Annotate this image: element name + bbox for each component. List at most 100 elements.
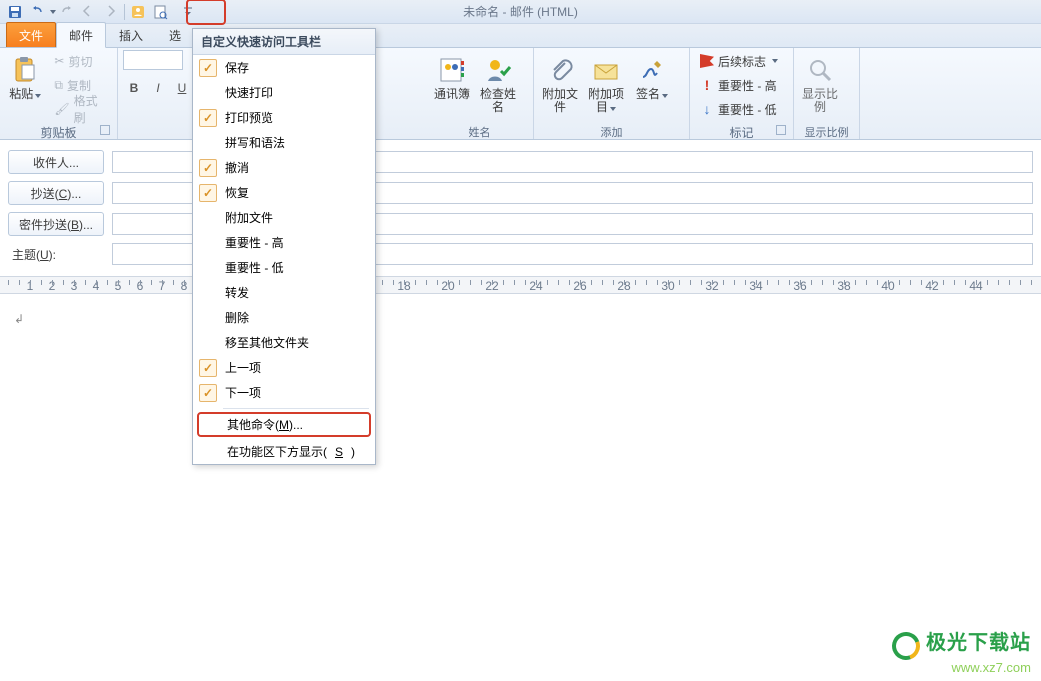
format-painter-button[interactable]: 🖌格式刷: [49, 98, 112, 120]
menu-item-label: 撤消: [225, 159, 249, 176]
ribbon-tabs: 文件 邮件 插入 选: [0, 24, 1041, 48]
menu-item[interactable]: ✓打印预览: [193, 105, 375, 130]
check-icon: [199, 209, 217, 227]
flag-icon: [700, 54, 714, 68]
group-basictext: B I U: [118, 48, 194, 139]
exclamation-icon: !: [700, 77, 714, 93]
tab-insert[interactable]: 插入: [106, 22, 156, 47]
group-clipboard: 粘贴 ✂剪切 ⧉复制 🖌格式刷 剪贴板: [0, 48, 118, 139]
group-label-names: 姓名: [431, 123, 528, 139]
watermark-logo-icon: [887, 627, 924, 664]
menu-item[interactable]: 快速打印: [193, 80, 375, 105]
menu-item-label: 下一项: [225, 384, 261, 401]
tab-options-partial: 选: [156, 22, 194, 47]
to-button[interactable]: 收件人...: [8, 150, 104, 174]
dialog-launcher-icon[interactable]: [776, 125, 786, 135]
group-label-font: [123, 123, 188, 139]
menu-item[interactable]: 重要性 - 高: [193, 230, 375, 255]
signature-icon: [636, 54, 668, 86]
attach-item-label: 附加项目: [586, 88, 626, 114]
save-icon[interactable]: [4, 2, 26, 22]
group-label-include: 添加: [539, 123, 684, 139]
group-label-tags: 标记: [695, 123, 788, 139]
attach-file-button[interactable]: 附加文件: [539, 50, 581, 118]
signature-button[interactable]: 签名: [631, 50, 673, 118]
address-book-icon: [436, 54, 468, 86]
address-book-button[interactable]: 通讯簿: [431, 50, 473, 118]
customize-qat-menu: 自定义快速访问工具栏 ✓保存快速打印✓打印预览拼写和语法✓撤消✓恢复附加文件重要…: [192, 28, 376, 465]
menu-item-label: 快速打印: [225, 84, 273, 101]
check-icon: [199, 309, 217, 327]
menu-item[interactable]: 移至其他文件夹: [193, 330, 375, 355]
follow-up-button[interactable]: 后续标志: [695, 50, 788, 72]
check-icon: [199, 234, 217, 252]
menu-item-label: 移至其他文件夹: [225, 334, 309, 351]
menu-item[interactable]: 拼写和语法: [193, 130, 375, 155]
menu-item[interactable]: 删除: [193, 305, 375, 330]
subject-label: 主题(U):: [8, 246, 104, 263]
group-label-zoom: 显示比例: [799, 123, 854, 139]
check-names-label: 检查姓名: [478, 88, 518, 114]
check-icon: [199, 84, 217, 102]
attach-file-label: 附加文件: [540, 88, 580, 114]
quick-access-toolbar: [0, 0, 1041, 24]
menu-item[interactable]: 转发: [193, 280, 375, 305]
account-settings-icon[interactable]: [127, 2, 149, 22]
menu-item-more-commands[interactable]: 其他命令(M)...: [197, 412, 371, 437]
menu-item[interactable]: ✓ 撤消: [193, 155, 375, 180]
menu-item-show-below-ribbon[interactable]: 在功能区下方显示(S): [193, 439, 375, 464]
check-names-button[interactable]: 检查姓名: [477, 50, 519, 118]
cut-button[interactable]: ✂剪切: [49, 50, 112, 72]
message-body[interactable]: ↲: [0, 294, 1041, 614]
menu-item-label: 附加文件: [225, 209, 273, 226]
menu-item-label: 打印预览: [225, 109, 273, 126]
underline-button[interactable]: U: [171, 77, 193, 99]
menu-item-label: 转发: [225, 284, 249, 301]
signature-label: 签名: [636, 88, 668, 101]
menu-item-label: 重要性 - 低: [225, 259, 284, 276]
menu-item[interactable]: ✓保存: [193, 55, 375, 80]
paste-button[interactable]: 粘贴: [5, 50, 45, 118]
bcc-button[interactable]: 密件抄送(B)...: [8, 212, 104, 236]
scissors-icon: ✂: [54, 54, 64, 68]
attach-item-button[interactable]: 附加项目: [585, 50, 627, 118]
redo-icon[interactable]: [56, 2, 78, 22]
group-label-clipboard: 剪贴板: [5, 123, 112, 139]
next-item-icon[interactable]: [100, 2, 122, 22]
tab-mail[interactable]: 邮件: [56, 22, 106, 48]
menu-item-label: 重要性 - 高: [225, 234, 284, 251]
menu-item-label: 拼写和语法: [225, 134, 285, 151]
menu-item[interactable]: 附加文件: [193, 205, 375, 230]
menu-separator: [223, 408, 369, 409]
message-header: 收件人... 抄送(C)... 密件抄送(B)... 主题(U):: [0, 140, 1041, 276]
menu-item[interactable]: ✓下一项: [193, 380, 375, 405]
watermark: 极光下载站 www.xz7.com: [892, 626, 1031, 675]
check-icon: [199, 284, 217, 302]
undo-icon[interactable]: [26, 2, 48, 22]
low-importance-button[interactable]: ↓重要性 - 低: [695, 98, 788, 120]
italic-button[interactable]: I: [147, 77, 169, 99]
cc-button[interactable]: 抄送(C)...: [8, 181, 104, 205]
check-icon: [199, 134, 217, 152]
dialog-launcher-icon[interactable]: [100, 125, 110, 135]
tab-file[interactable]: 文件: [6, 22, 56, 47]
font-name-combo[interactable]: [123, 50, 183, 70]
annotation-box-qat: [186, 0, 226, 25]
zoom-label: 显示比例: [800, 88, 840, 114]
previous-item-icon[interactable]: [78, 2, 100, 22]
check-icon: ✓: [199, 159, 217, 177]
group-zoom: 显示比例 显示比例: [794, 48, 860, 139]
check-icon: [199, 334, 217, 352]
zoom-button[interactable]: 显示比例: [799, 50, 841, 118]
down-arrow-icon: ↓: [700, 101, 714, 117]
print-preview-icon[interactable]: [149, 2, 171, 22]
menu-item[interactable]: 重要性 - 低: [193, 255, 375, 280]
group-include: 附加文件 附加项目 签名 添加: [534, 48, 690, 139]
check-icon: ✓: [199, 59, 217, 77]
bold-button[interactable]: B: [123, 77, 145, 99]
menu-item[interactable]: ✓上一项: [193, 355, 375, 380]
address-book-label: 通讯簿: [434, 88, 470, 101]
ruler[interactable]: 1234567814161820222426283032343638404244: [0, 276, 1041, 294]
high-importance-button[interactable]: !重要性 - 高: [695, 74, 788, 96]
menu-item[interactable]: ✓恢复: [193, 180, 375, 205]
